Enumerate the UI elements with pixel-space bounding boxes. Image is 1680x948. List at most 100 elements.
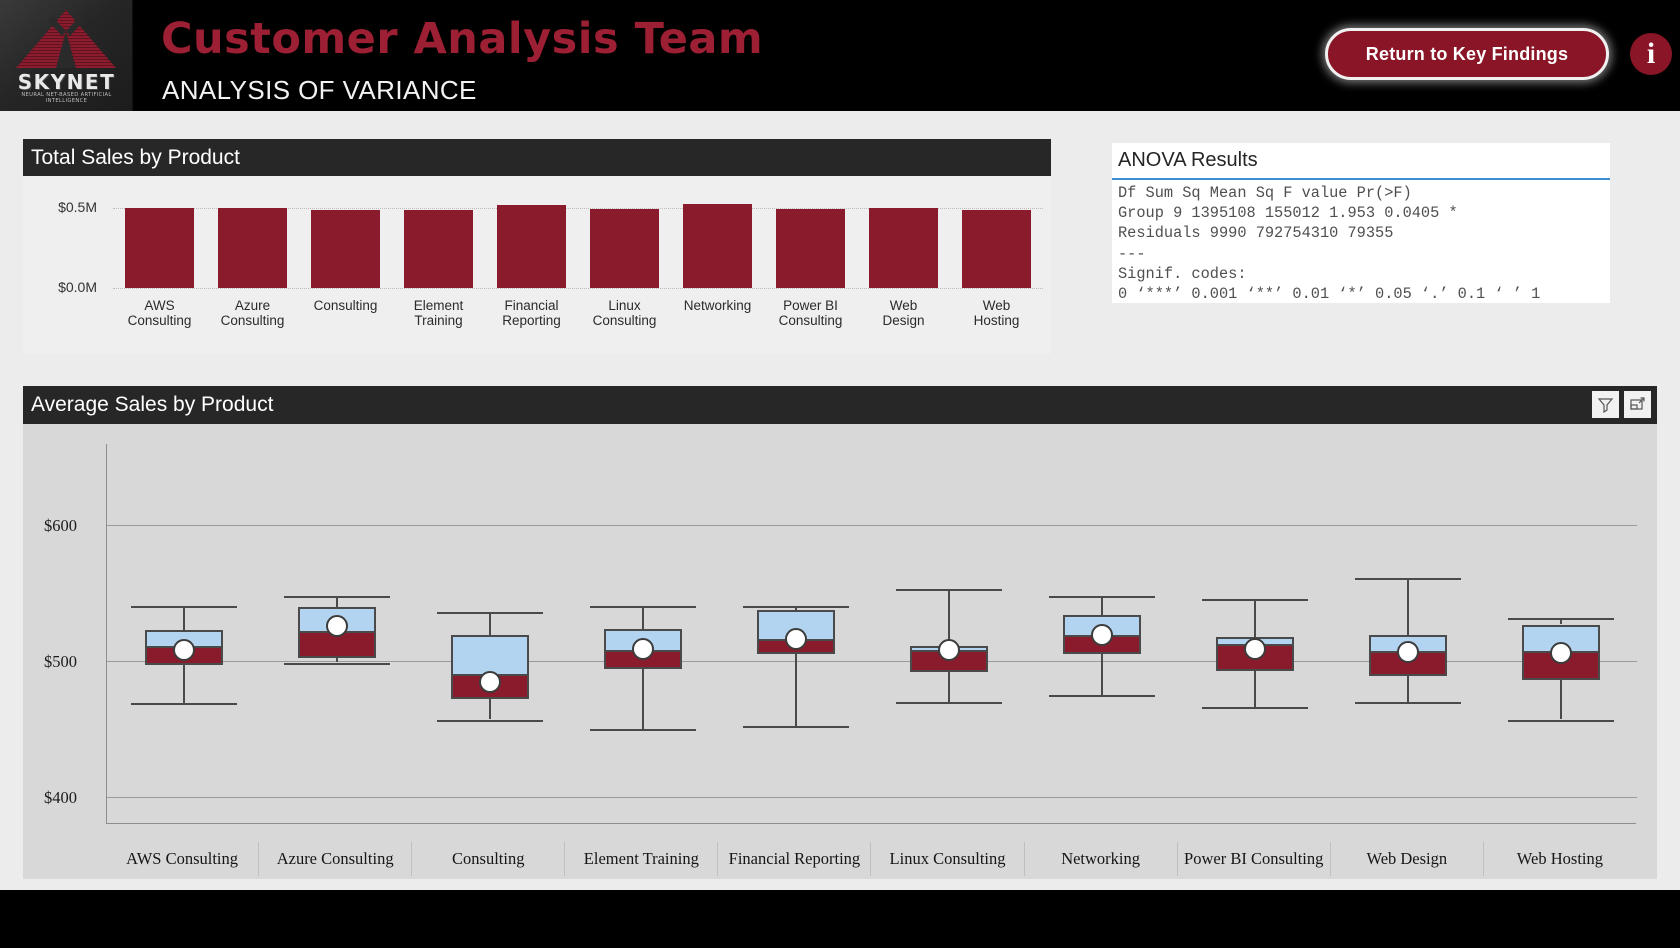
- bar-y-tick-label: $0.0M: [58, 279, 97, 295]
- average-sales-box-plot: $400 $500 $600 AWS Consulting Azure Consult…: [23, 424, 1657, 879]
- lower-cap: [436, 719, 543, 722]
- bar-linux-consulting[interactable]: [590, 209, 659, 288]
- bar-power-bi-consulting[interactable]: [776, 208, 845, 288]
- lower-cap: [1048, 695, 1155, 698]
- bar-financial-reporting[interactable]: [497, 204, 566, 288]
- bar-category-label: Financial Reporting: [485, 298, 578, 328]
- box-web-hosting[interactable]: [1507, 444, 1614, 824]
- box-power-bi-consulting[interactable]: [1201, 444, 1308, 824]
- lower-whisker: [1559, 680, 1562, 720]
- box-azure-consulting[interactable]: [283, 444, 390, 824]
- box-x-axis-label: Consulting: [411, 842, 564, 876]
- bar-cat-line: Networking: [683, 298, 752, 313]
- filter-icon[interactable]: [1592, 391, 1619, 418]
- bar-category-label: Web Hosting: [950, 298, 1043, 328]
- bar-azure-consulting[interactable]: [218, 207, 287, 288]
- skynet-logo: SKYNET NEURAL NET-BASED ARTIFICIAL INTEL…: [0, 0, 133, 111]
- lower-whisker: [182, 665, 185, 704]
- box-y-tick-label: $400: [44, 787, 77, 807]
- anova-results-card: ANOVA Results Df Sum Sq Mean Sq F value …: [1112, 143, 1610, 303]
- bar-web-hosting[interactable]: [962, 210, 1031, 288]
- average-sales-title: Average Sales by Product: [31, 393, 274, 416]
- bar-aws-consulting[interactable]: [125, 207, 194, 288]
- bar-cat-line: Design: [882, 313, 925, 328]
- average-sales-card: Average Sales by Product $400 $500 $600 AW…: [23, 386, 1657, 879]
- return-to-key-findings-button[interactable]: Return to Key Findings: [1325, 28, 1609, 80]
- box-consulting[interactable]: [436, 444, 543, 824]
- upper-whisker: [1406, 578, 1409, 636]
- lower-cap: [283, 662, 390, 665]
- upper-quartile-box: [450, 635, 529, 677]
- total-sales-bar-chart: $0.0M $0.5M AWS Consulting Azure Consulting Co…: [23, 176, 1051, 354]
- upper-whisker: [182, 605, 185, 630]
- return-button-label: Return to Key Findings: [1365, 43, 1569, 64]
- lower-cap: [1354, 701, 1461, 704]
- bar-cat-line: Linux: [608, 298, 641, 313]
- bar-cat-line: Element: [413, 298, 464, 313]
- bar-cat-line: Consulting: [313, 298, 378, 313]
- upper-cap: [1507, 617, 1614, 620]
- page-subtitle: ANALYSIS OF VARIANCE: [162, 75, 477, 105]
- page-title: Customer Analysis Team: [161, 14, 764, 64]
- bar-cat-line: Web: [982, 298, 1011, 313]
- focus-mode-icon[interactable]: [1624, 391, 1651, 418]
- box-aws-consulting[interactable]: [130, 444, 237, 824]
- logo-wordmark: SKYNET: [17, 70, 116, 94]
- box-financial-reporting[interactable]: [742, 444, 849, 824]
- upper-whisker: [641, 605, 644, 629]
- upper-cap: [589, 605, 696, 608]
- box-x-axis-label: AWS Consulting: [126, 849, 238, 868]
- lower-whisker: [1406, 676, 1409, 702]
- bar-cat-line: Hosting: [973, 313, 1020, 328]
- upper-whisker: [1253, 598, 1256, 637]
- box-y-tick-label: $600: [44, 516, 77, 536]
- mean-marker: [172, 639, 195, 662]
- box-x-axis-label: Financial Reporting: [717, 842, 870, 876]
- bar-cat-line: Consulting: [592, 313, 657, 328]
- total-sales-card-header: Total Sales by Product: [23, 139, 1051, 176]
- card-header-icons: [1592, 391, 1651, 418]
- anova-title-text: ANOVA Results: [1118, 149, 1258, 171]
- info-icon[interactable]: i: [1630, 33, 1672, 75]
- lower-cap: [1201, 707, 1308, 710]
- bar-y-tick-label: $0.5M: [58, 198, 97, 215]
- average-sales-card-header: Average Sales by Product: [23, 386, 1657, 424]
- box-x-axis-label: Element Training: [564, 842, 717, 876]
- anova-output-text: Df Sum Sq Mean Sq F value Pr(>F) Group 9…: [1118, 184, 1541, 301]
- box-linux-consulting[interactable]: [895, 444, 1002, 824]
- lower-whisker: [947, 672, 950, 702]
- bar-networking[interactable]: [683, 204, 752, 288]
- mean-marker: [784, 628, 807, 651]
- lower-cap: [742, 726, 849, 729]
- box-x-axis-label: Linux Consulting: [870, 842, 1023, 876]
- bar-category-label: Element Training: [392, 298, 485, 328]
- lower-whisker: [488, 699, 491, 720]
- lower-whisker: [1100, 654, 1103, 696]
- mean-marker: [937, 639, 960, 662]
- bar-web-design[interactable]: [869, 208, 938, 288]
- upper-cap: [1048, 596, 1155, 598]
- anova-card-header: ANOVA Results: [1112, 143, 1610, 180]
- upper-cap: [130, 605, 237, 608]
- lower-cap: [1507, 719, 1614, 722]
- box-element-training[interactable]: [589, 444, 696, 824]
- lower-cap: [895, 701, 1002, 704]
- info-icon-glyph: i: [1646, 37, 1656, 70]
- mean-marker: [1090, 624, 1113, 647]
- upper-whisker: [947, 589, 950, 647]
- box-web-design[interactable]: [1354, 444, 1461, 824]
- bar-cat-line: Consulting: [778, 313, 843, 328]
- dashboard-root: SKYNET NEURAL NET-BASED ARTIFICIAL INTEL…: [0, 0, 1680, 948]
- bar-element-training[interactable]: [404, 209, 473, 288]
- bar-gridline: [113, 288, 1043, 289]
- bar-cat-line: Power BI: [783, 298, 838, 313]
- box-x-axis-label: Web Hosting: [1482, 842, 1636, 876]
- box-networking[interactable]: [1048, 444, 1155, 824]
- lower-whisker: [794, 654, 797, 727]
- bar-consulting[interactable]: [311, 209, 380, 288]
- upper-cap: [742, 605, 849, 608]
- skynet-triangle-icon: [16, 10, 116, 68]
- lower-cap: [130, 703, 237, 706]
- page-header: SKYNET NEURAL NET-BASED ARTIFICIAL INTEL…: [0, 0, 1680, 111]
- bar-cat-line: AWS: [144, 298, 175, 313]
